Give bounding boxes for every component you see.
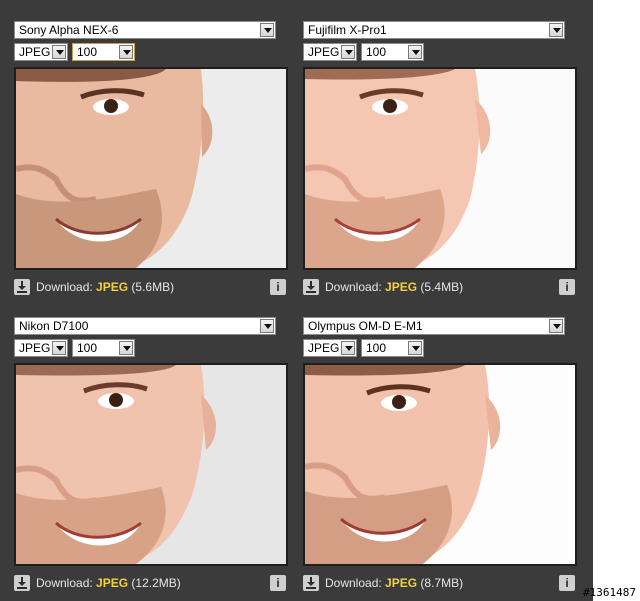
format-select-value: JPEG	[19, 341, 51, 355]
quality-select-value: 100	[77, 45, 98, 59]
camera-select-value: Fujifilm X-Pro1	[308, 23, 387, 37]
chevron-down-icon[interactable]	[408, 341, 422, 355]
format-select[interactable]: JPEG	[14, 339, 68, 357]
download-size: (12.2MB)	[131, 576, 181, 590]
watermark-id: #1361487	[583, 586, 636, 599]
download-label-text: Download:	[36, 576, 93, 590]
chevron-down-icon[interactable]	[549, 23, 563, 37]
download-icon[interactable]	[303, 575, 319, 591]
comparison-panel-1: Sony Alpha NEX-6 JPEG 100 Download: JPEG…	[14, 0, 290, 296]
quality-select[interactable]: 100	[72, 43, 135, 61]
download-label: Download: JPEG (5.4MB)	[325, 280, 463, 294]
format-select[interactable]: JPEG	[303, 43, 357, 61]
download-size: (5.6MB)	[131, 280, 175, 294]
format-select-value: JPEG	[308, 341, 340, 355]
comparison-panel-3: Nikon D7100 JPEG 100 Download: JPEG (12.…	[14, 296, 290, 592]
quality-select[interactable]: 100	[72, 339, 135, 357]
camera-select[interactable]: Fujifilm X-Pro1	[303, 21, 565, 39]
camera-select[interactable]: Olympus OM-D E-M1	[303, 317, 565, 335]
camera-select[interactable]: Nikon D7100	[14, 317, 276, 335]
page-background	[593, 0, 640, 601]
quality-select-value: 100	[366, 341, 387, 355]
info-icon[interactable]: i	[270, 575, 286, 591]
info-icon[interactable]: i	[559, 575, 575, 591]
download-row: Download: JPEG (12.2MB) i	[14, 575, 290, 591]
download-row: Download: JPEG (5.4MB) i	[303, 279, 579, 295]
download-icon[interactable]	[14, 279, 30, 295]
chevron-down-icon[interactable]	[341, 45, 355, 59]
chevron-down-icon[interactable]	[52, 341, 66, 355]
quality-select[interactable]: 100	[361, 339, 424, 357]
download-label-text: Download:	[325, 576, 382, 590]
chevron-down-icon[interactable]	[119, 45, 133, 59]
format-select-value: JPEG	[308, 45, 340, 59]
download-icon[interactable]	[303, 279, 319, 295]
comparison-panel-4: Olympus OM-D E-M1 JPEG 100 Download: JPE…	[303, 296, 579, 592]
download-size: (5.4MB)	[420, 280, 464, 294]
sample-photo	[14, 363, 288, 566]
format-select-value: JPEG	[19, 45, 51, 59]
download-size: (8.7MB)	[420, 576, 464, 590]
comparison-panel-2: Fujifilm X-Pro1 JPEG 100 Download: JPEG …	[303, 0, 579, 296]
camera-select-value: Sony Alpha NEX-6	[19, 23, 119, 37]
download-label-text: Download:	[36, 280, 93, 294]
download-icon[interactable]	[14, 575, 30, 591]
format-select[interactable]: JPEG	[303, 339, 357, 357]
quality-select-value: 100	[366, 45, 387, 59]
comparison-tool: Sony Alpha NEX-6 JPEG 100 Download: JPEG…	[0, 0, 593, 601]
quality-select[interactable]: 100	[361, 43, 424, 61]
download-row: Download: JPEG (8.7MB) i	[303, 575, 579, 591]
sample-photo	[303, 363, 577, 566]
download-label: Download: JPEG (8.7MB)	[325, 576, 463, 590]
chevron-down-icon[interactable]	[341, 341, 355, 355]
camera-select-value: Nikon D7100	[19, 319, 89, 333]
camera-select-value: Olympus OM-D E-M1	[308, 319, 423, 333]
download-label: Download: JPEG (12.2MB)	[36, 576, 181, 590]
chevron-down-icon[interactable]	[52, 45, 66, 59]
chevron-down-icon[interactable]	[260, 319, 274, 333]
download-label: Download: JPEG (5.6MB)	[36, 280, 174, 294]
download-label-text: Download:	[325, 280, 382, 294]
download-jpeg-link[interactable]: JPEG	[385, 280, 417, 294]
info-icon[interactable]: i	[270, 279, 286, 295]
camera-select[interactable]: Sony Alpha NEX-6	[14, 21, 276, 39]
info-icon[interactable]: i	[559, 279, 575, 295]
sample-photo	[303, 67, 577, 270]
chevron-down-icon[interactable]	[119, 341, 133, 355]
chevron-down-icon[interactable]	[260, 23, 274, 37]
download-jpeg-link[interactable]: JPEG	[385, 576, 417, 590]
format-select[interactable]: JPEG	[14, 43, 68, 61]
download-jpeg-link[interactable]: JPEG	[96, 576, 128, 590]
sample-photo	[14, 67, 288, 270]
quality-select-value: 100	[77, 341, 98, 355]
chevron-down-icon[interactable]	[408, 45, 422, 59]
download-row: Download: JPEG (5.6MB) i	[14, 279, 290, 295]
download-jpeg-link[interactable]: JPEG	[96, 280, 128, 294]
chevron-down-icon[interactable]	[549, 319, 563, 333]
